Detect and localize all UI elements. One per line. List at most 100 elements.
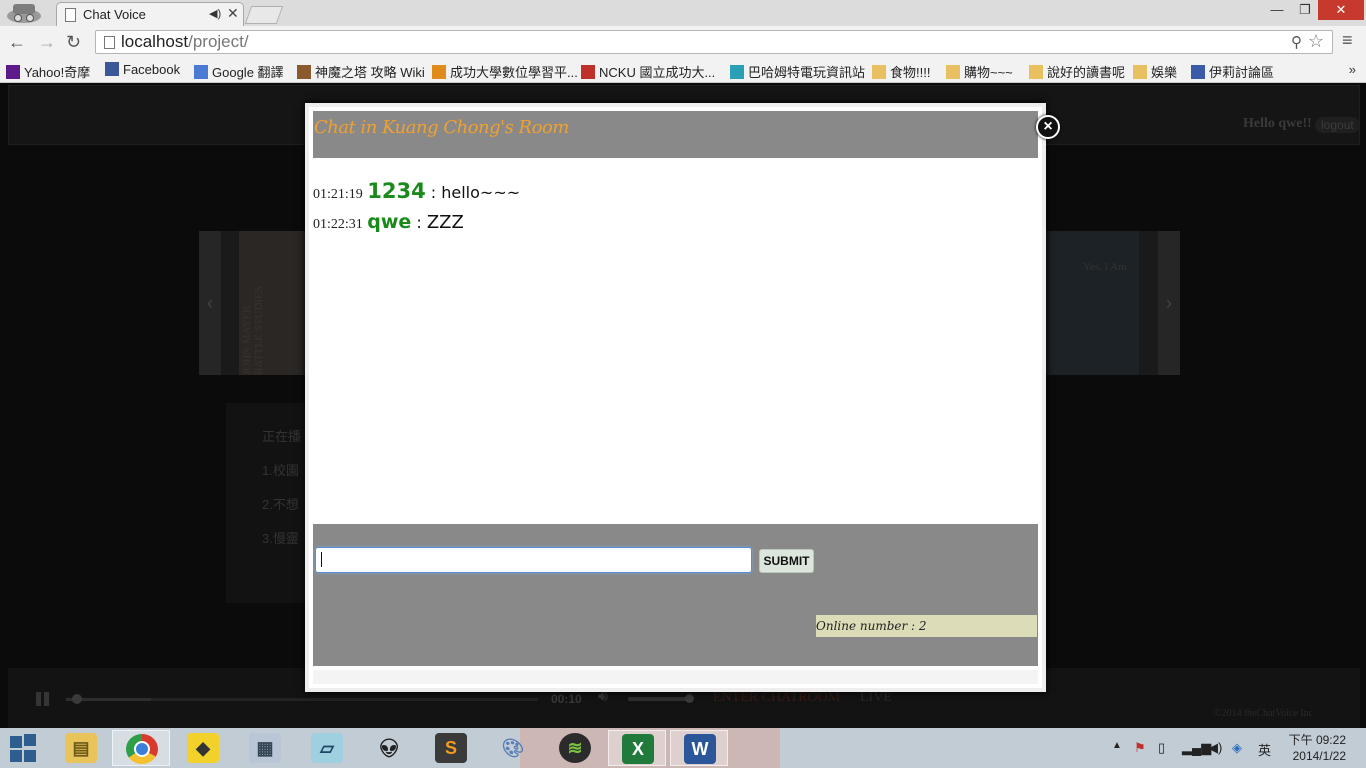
- url-path: /project/: [188, 32, 249, 51]
- message-user: qwe: [367, 211, 412, 233]
- bookmark-label: 巴哈姆特電玩資訊站: [748, 65, 866, 80]
- bookmark-item[interactable]: NCKU 國立成功大...: [581, 62, 715, 81]
- show-hidden-icons[interactable]: ▲: [1112, 740, 1122, 751]
- onedrive-icon[interactable]: ◈: [1232, 740, 1242, 756]
- folder-icon: [1133, 65, 1147, 79]
- search-icon[interactable]: ⚲: [1291, 33, 1302, 51]
- menu-icon[interactable]: ≡: [1342, 30, 1353, 51]
- carousel-prev-button[interactable]: ‹: [199, 231, 221, 375]
- minimize-button[interactable]: —: [1262, 0, 1292, 20]
- notepad-icon[interactable]: ▱: [298, 730, 356, 766]
- paint-icon[interactable]: 🎨︎: [484, 730, 542, 766]
- album-cover[interactable]: Yes, I Am: [1049, 231, 1139, 375]
- bookmark-label: 娛樂: [1151, 65, 1178, 80]
- chat-messages: 01:21:19 1234 : hello~~~ 01:22:31 qwe : …: [313, 179, 1038, 519]
- bookmark-item[interactable]: 巴哈姆特電玩資訊站: [730, 62, 865, 81]
- windows-start-icon[interactable]: [10, 734, 38, 762]
- bookmark-item[interactable]: 伊莉討論區: [1191, 62, 1274, 81]
- ime-indicator[interactable]: 英: [1258, 740, 1271, 759]
- sublime-icon[interactable]: S: [422, 730, 480, 766]
- calculator-icon[interactable]: ▦: [236, 730, 294, 766]
- explorer-icon[interactable]: ▤: [52, 730, 110, 766]
- bookmark-item[interactable]: 食物!!!!: [872, 62, 930, 81]
- bookmark-item[interactable]: 購物~~~: [946, 62, 1013, 81]
- moodle-icon: [432, 65, 446, 79]
- progress-handle[interactable]: [72, 694, 82, 704]
- copyright-text: ©2014 theChatVoice Inc: [1214, 708, 1314, 719]
- bookmark-item[interactable]: Facebook: [105, 62, 180, 77]
- power-icon[interactable]: ▯: [1158, 740, 1165, 756]
- chat-header: Chat in Kuang Chong's Room: [313, 111, 1038, 158]
- page-icon: [65, 8, 76, 22]
- message-time: 01:22:31: [313, 217, 363, 232]
- tab-close-button[interactable]: ✕: [227, 5, 239, 22]
- excel-icon[interactable]: X: [608, 730, 666, 766]
- yahoo-icon: [6, 65, 20, 79]
- bookmark-item[interactable]: 說好的讀書呢: [1029, 62, 1125, 81]
- album-title: Yes, I Am: [1083, 261, 1127, 273]
- url-host: localhost: [121, 32, 189, 51]
- enter-chatroom-link[interactable]: ENTER CHATROOM: [713, 690, 840, 706]
- submit-button[interactable]: SUBMIT: [759, 549, 814, 573]
- bookmark-item[interactable]: Google 翻譯: [194, 62, 284, 81]
- message-text: hello~~~: [441, 183, 521, 202]
- bookmark-label: 食物!!!!: [890, 65, 931, 80]
- message-text: ZZZ: [426, 212, 464, 233]
- browser-tab-strip: Chat Voice ◀) ✕ — ❐ ✕: [0, 0, 1366, 26]
- window-close-button[interactable]: ✕: [1318, 0, 1364, 20]
- message-separator: :: [425, 183, 442, 202]
- wiki-icon: [297, 65, 311, 79]
- playlist-item[interactable]: 1.校園: [262, 460, 299, 479]
- carousel-next-button[interactable]: ›: [1158, 231, 1180, 375]
- progress-bar[interactable]: [66, 694, 538, 704]
- folder-icon: [946, 65, 960, 79]
- star-icon[interactable]: ☆: [1308, 31, 1324, 52]
- greeting: Hello qwe!!: [1243, 116, 1312, 131]
- browser-toolbar: ← → ↻ localhost/project/ ⚲ ☆ ≡: [0, 26, 1366, 58]
- page-icon: [104, 36, 115, 49]
- modal-close-button[interactable]: ×: [1036, 115, 1060, 139]
- bookmark-label: 伊莉討論區: [1209, 65, 1275, 80]
- app-icon[interactable]: ◆: [174, 730, 232, 766]
- alien-icon[interactable]: 👽︎: [360, 730, 418, 766]
- clock-time: 下午 09:22: [1288, 733, 1346, 747]
- message-input[interactable]: [315, 547, 752, 573]
- volume-tray-icon[interactable]: ◀): [1208, 740, 1222, 756]
- pause-icon[interactable]: [36, 692, 50, 706]
- address-bar[interactable]: localhost/project/ ⚲ ☆: [95, 30, 1333, 54]
- bookmark-item[interactable]: Yahoo!奇摩: [6, 62, 90, 81]
- chrome-icon[interactable]: [112, 730, 170, 766]
- word-icon[interactable]: W: [670, 730, 728, 766]
- live-link[interactable]: LIVE: [860, 690, 892, 706]
- playlist-item[interactable]: 3.慢靈: [262, 528, 299, 547]
- bookmark-label: 說好的讀書呢: [1047, 65, 1126, 80]
- folder-icon: [872, 65, 886, 79]
- bookmarks-more-button[interactable]: »: [1349, 62, 1356, 77]
- restore-button[interactable]: ❐: [1290, 0, 1320, 20]
- bookmark-item[interactable]: 娛樂: [1133, 62, 1177, 81]
- bookmark-item[interactable]: 成功大學數位學習平...: [432, 62, 578, 81]
- chat-message: 01:22:31 qwe : ZZZ: [313, 211, 464, 233]
- back-button[interactable]: ←: [8, 32, 26, 53]
- spotify-icon[interactable]: ≋: [546, 730, 604, 766]
- bookmark-item[interactable]: 神魔之塔 攻略 Wiki: [297, 62, 425, 81]
- online-count: Online number : 2: [816, 615, 1037, 637]
- new-tab-button[interactable]: [244, 6, 284, 24]
- volume-slider[interactable]: [628, 694, 694, 703]
- bookmark-label: Yahoo!奇摩: [24, 65, 91, 80]
- bookmark-label: Google 翻譯: [212, 65, 284, 80]
- url-text[interactable]: localhost/project/: [121, 32, 249, 52]
- forward-button[interactable]: →: [38, 32, 56, 53]
- volume-handle[interactable]: [685, 694, 694, 703]
- network-icon[interactable]: ▂▄▆: [1182, 740, 1211, 756]
- action-center-icon[interactable]: ⚑: [1134, 740, 1146, 756]
- bookmark-label: 購物~~~: [964, 65, 1013, 80]
- system-clock[interactable]: 下午 09:22 2014/1/22: [1288, 732, 1346, 764]
- logout-button[interactable]: logout: [1315, 117, 1360, 133]
- browser-tab[interactable]: Chat Voice ◀) ✕: [56, 2, 244, 26]
- album-title: JOHN MAYER BATTLE STUDIES: [241, 286, 265, 375]
- playlist-item[interactable]: 2.不想: [262, 494, 299, 513]
- incognito-icon: [4, 2, 44, 24]
- reload-button[interactable]: ↻: [66, 32, 81, 53]
- facebook-icon: [105, 62, 119, 76]
